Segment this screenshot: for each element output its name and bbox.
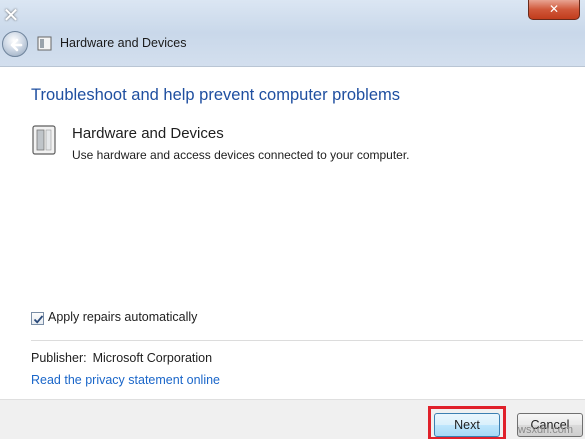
nav-title: Hardware and Devices (60, 36, 187, 50)
window-close-button[interactable]: ✕ (528, 0, 580, 20)
window-titlebar: ✕ ✕ Hardware and Devices (0, 0, 585, 66)
publisher-value: Microsoft Corporation (92, 351, 213, 365)
hardware-icon (37, 36, 52, 51)
publisher-label: Publisher: (31, 351, 87, 365)
publisher-info: Publisher: Microsoft Corporation (31, 351, 212, 365)
close-icon[interactable]: ✕ (0, 4, 22, 28)
page-title: Troubleshoot and help prevent computer p… (31, 86, 401, 104)
watermark: wsxdn.com (518, 424, 574, 436)
item-title: Hardware and Devices (72, 125, 224, 142)
hardware-devices-icon (32, 125, 56, 155)
footer: Next Cancel (0, 399, 585, 439)
divider (31, 340, 583, 341)
back-button[interactable] (2, 31, 28, 57)
privacy-statement-link[interactable]: Read the privacy statement online (31, 373, 220, 387)
back-arrow-icon (10, 38, 23, 52)
apply-repairs-checkbox[interactable] (31, 312, 44, 325)
next-button[interactable]: Next (434, 413, 500, 437)
item-description: Use hardware and access devices connecte… (72, 148, 410, 162)
checkmark-icon (33, 315, 44, 324)
apply-repairs-label[interactable]: Apply repairs automatically (48, 310, 197, 324)
main-panel: Troubleshoot and help prevent computer p… (0, 66, 585, 399)
